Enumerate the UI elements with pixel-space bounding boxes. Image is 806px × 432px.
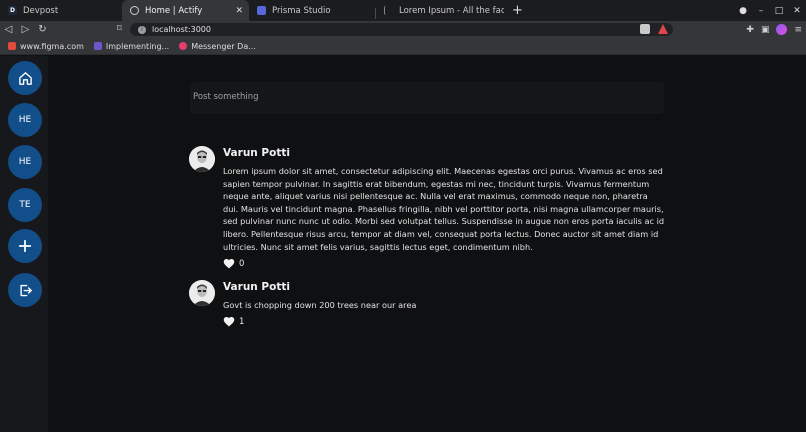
brave-rewards-icon[interactable] bbox=[658, 24, 668, 34]
bookmark-label: Messenger Da... bbox=[191, 41, 256, 51]
close-tab-icon[interactable]: ✕ bbox=[235, 6, 243, 16]
tab-title: Lorem Ipsum - All the facts - L bbox=[399, 5, 504, 16]
tab-prisma-studio[interactable]: Prisma Studio bbox=[249, 0, 375, 21]
maximize-icon[interactable]: □ bbox=[770, 6, 788, 16]
home-button[interactable] bbox=[8, 61, 42, 95]
group-button-te[interactable]: TE bbox=[8, 188, 42, 222]
address-bar[interactable]: i localhost:3000 bbox=[130, 23, 673, 36]
bookmark-label: www.figma.com bbox=[20, 41, 84, 51]
logout-button[interactable] bbox=[8, 273, 42, 307]
heart-icon bbox=[223, 259, 235, 269]
record-icon[interactable]: ● bbox=[734, 6, 752, 16]
forward-icon[interactable]: ▷ bbox=[17, 24, 34, 35]
post-body: Lorem ipsum dolor sit amet, consectetur … bbox=[223, 166, 665, 252]
group-initials: HE bbox=[18, 115, 32, 125]
messenger-icon bbox=[179, 42, 188, 50]
back-icon[interactable]: ◁ bbox=[0, 24, 17, 35]
prisma-favicon-icon bbox=[257, 6, 266, 15]
plus-icon bbox=[18, 239, 32, 253]
site-info-icon[interactable]: i bbox=[138, 25, 146, 34]
reload-icon[interactable]: ↻ bbox=[34, 24, 51, 35]
heart-icon bbox=[223, 317, 235, 327]
bookmarks-bar: www.figma.com Implementing... Messenger … bbox=[0, 38, 806, 55]
bookmark-implementing[interactable]: Implementing... bbox=[93, 41, 170, 51]
like-count: 1 bbox=[239, 316, 245, 327]
group-initials: TE bbox=[19, 200, 31, 210]
figma-icon bbox=[8, 42, 16, 50]
lorem-favicon-icon bbox=[384, 6, 393, 15]
home-icon bbox=[18, 71, 32, 85]
add-group-button[interactable] bbox=[8, 229, 42, 263]
tab-title: Devpost bbox=[23, 5, 59, 16]
minimize-icon[interactable]: – bbox=[752, 6, 770, 16]
like-button[interactable]: 1 bbox=[223, 316, 244, 327]
bookmark-figma[interactable]: www.figma.com bbox=[8, 42, 84, 51]
browser-toolbar: ◁ ▷ ↻ ⌑ i localhost:3000 bbox=[0, 21, 806, 38]
author-name[interactable]: Varun Potti bbox=[223, 281, 290, 293]
brave-shield-icon[interactable] bbox=[640, 24, 650, 34]
bookmark-favicon-icon bbox=[93, 42, 102, 50]
tab-title: Prisma Studio bbox=[272, 5, 331, 16]
feed-area: Post something Varun Potti Lorem ipsum d… bbox=[48, 56, 806, 432]
group-initials: HE bbox=[18, 157, 32, 167]
app-sidebar: HE HE TE bbox=[0, 56, 48, 432]
logout-icon bbox=[19, 284, 32, 296]
tab-devpost[interactable]: D Devpost bbox=[0, 0, 122, 21]
author-name[interactable]: Varun Potti bbox=[223, 147, 290, 159]
new-tab-button[interactable]: + bbox=[504, 0, 531, 21]
group-button-he-2[interactable]: HE bbox=[8, 145, 42, 179]
actify-favicon-icon bbox=[130, 6, 139, 15]
tab-home-actify[interactable]: Home | Actify ✕ bbox=[122, 0, 249, 21]
user-avatar-icon bbox=[189, 280, 215, 306]
user-avatar-icon bbox=[189, 146, 215, 172]
tab-title: Home | Actify bbox=[145, 5, 203, 16]
browser-tab-bar: D Devpost Home | Actify ✕ Prisma Studio … bbox=[0, 0, 806, 21]
avatar[interactable] bbox=[189, 146, 215, 172]
post-body: Govt is chopping down 200 trees near our… bbox=[223, 300, 417, 310]
bookmark-label: Implementing... bbox=[105, 41, 170, 51]
url-text: localhost:3000 bbox=[152, 25, 211, 34]
group-button-he-1[interactable]: HE bbox=[8, 103, 42, 137]
bookmark-icon[interactable]: ⌑ bbox=[117, 24, 122, 34]
profile-avatar[interactable] bbox=[776, 24, 788, 35]
window-controls: ● – □ ✕ bbox=[734, 0, 806, 21]
close-window-icon[interactable]: ✕ bbox=[788, 6, 806, 16]
composer-placeholder: Post something bbox=[193, 92, 259, 102]
toolbar-extensions: ✚ ▣ ≡ bbox=[746, 21, 802, 38]
wallet-icon[interactable]: ▣ bbox=[761, 25, 770, 35]
bookmark-messenger[interactable]: Messenger Da... bbox=[179, 42, 256, 51]
avatar[interactable] bbox=[189, 280, 215, 306]
post-composer-input[interactable]: Post something bbox=[190, 82, 664, 114]
tab-lorem-ipsum[interactable]: Lorem Ipsum - All the facts - L bbox=[376, 0, 504, 21]
like-button[interactable]: 0 bbox=[223, 258, 244, 269]
devpost-favicon-icon: D bbox=[8, 6, 17, 15]
like-count: 0 bbox=[239, 258, 245, 269]
menu-icon[interactable]: ≡ bbox=[794, 25, 802, 35]
extensions-icon[interactable]: ✚ bbox=[746, 25, 754, 35]
